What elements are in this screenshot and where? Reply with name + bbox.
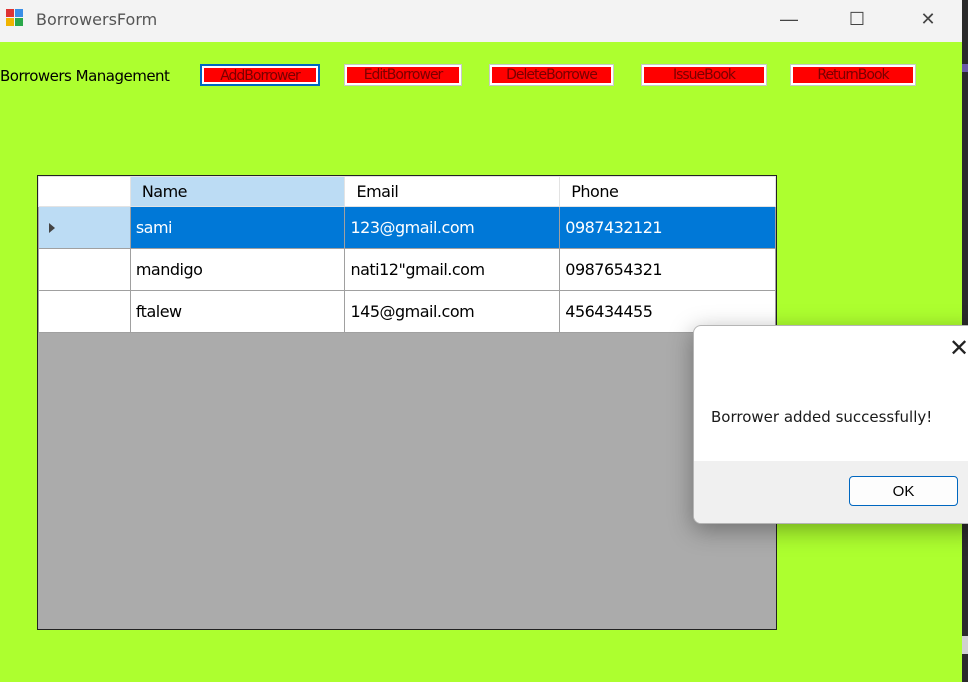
header-row: Name Email Phone xyxy=(38,176,776,207)
cell-name[interactable]: ftalew xyxy=(129,290,346,333)
delete-borrower-button[interactable]: DeleteBorrowe xyxy=(489,64,614,86)
issue-book-button[interactable]: IssueBook xyxy=(641,64,767,86)
dialog-close-button[interactable]: ✕ xyxy=(944,336,968,362)
row-header[interactable] xyxy=(38,248,131,291)
edit-borrower-button[interactable]: EditBorrower xyxy=(344,64,462,86)
table-row[interactable]: ftalew 145@gmail.com 456434455 xyxy=(38,290,776,333)
borrowers-management-label: Borrowers Management xyxy=(0,67,170,85)
maximize-button[interactable]: ☐ xyxy=(822,0,892,38)
table-row[interactable]: mandigo nati12"gmail.com 0987654321 xyxy=(38,248,776,291)
add-borrower-button[interactable]: AddBorrower xyxy=(200,64,320,86)
column-header-email[interactable]: Email xyxy=(344,176,561,207)
corner-header-cell xyxy=(38,176,131,207)
cell-email[interactable]: 145@gmail.com xyxy=(344,290,561,333)
cell-email[interactable]: 123@gmail.com xyxy=(344,206,561,249)
window-title: BorrowersForm xyxy=(36,10,158,29)
title-bar[interactable]: BorrowersForm — ☐ ✕ xyxy=(0,0,962,42)
cell-phone[interactable]: 0987432121 xyxy=(559,206,776,249)
app-icon xyxy=(6,9,24,27)
return-book-button[interactable]: ReturnBook xyxy=(790,64,916,86)
add-borrower-label: AddBorrower xyxy=(204,68,316,82)
dialog-message: Borrower added successfully! xyxy=(711,408,933,426)
column-header-phone[interactable]: Phone xyxy=(559,176,776,207)
cell-name[interactable]: mandigo xyxy=(129,248,346,291)
return-book-label: ReturnBook xyxy=(793,67,913,83)
current-row-arrow-icon xyxy=(49,223,55,233)
minimize-button[interactable]: — xyxy=(754,0,824,38)
cell-email[interactable]: nati12"gmail.com xyxy=(344,248,561,291)
background-accent xyxy=(962,636,968,654)
column-header-name[interactable]: Name xyxy=(129,176,346,207)
delete-borrower-label: DeleteBorrowe xyxy=(492,67,611,83)
message-box: ✕ Borrower added successfully! OK xyxy=(693,325,968,524)
edit-borrower-label: EditBorrower xyxy=(347,67,459,83)
cell-name[interactable]: sami xyxy=(129,206,346,249)
issue-book-label: IssueBook xyxy=(644,67,764,83)
ok-button[interactable]: OK xyxy=(849,476,958,506)
close-button[interactable]: ✕ xyxy=(893,0,963,38)
background-accent xyxy=(962,64,968,72)
table-row[interactable]: sami 123@gmail.com 0987432121 xyxy=(38,206,776,249)
borrowers-table: Name Email Phone sami 123@gmail.com 0987… xyxy=(38,176,776,333)
row-header[interactable] xyxy=(38,290,131,333)
row-header[interactable] xyxy=(38,206,131,249)
borrowers-data-grid[interactable]: Name Email Phone sami 123@gmail.com 0987… xyxy=(37,175,777,630)
dialog-footer: OK xyxy=(694,461,968,523)
cell-phone[interactable]: 0987654321 xyxy=(559,248,776,291)
